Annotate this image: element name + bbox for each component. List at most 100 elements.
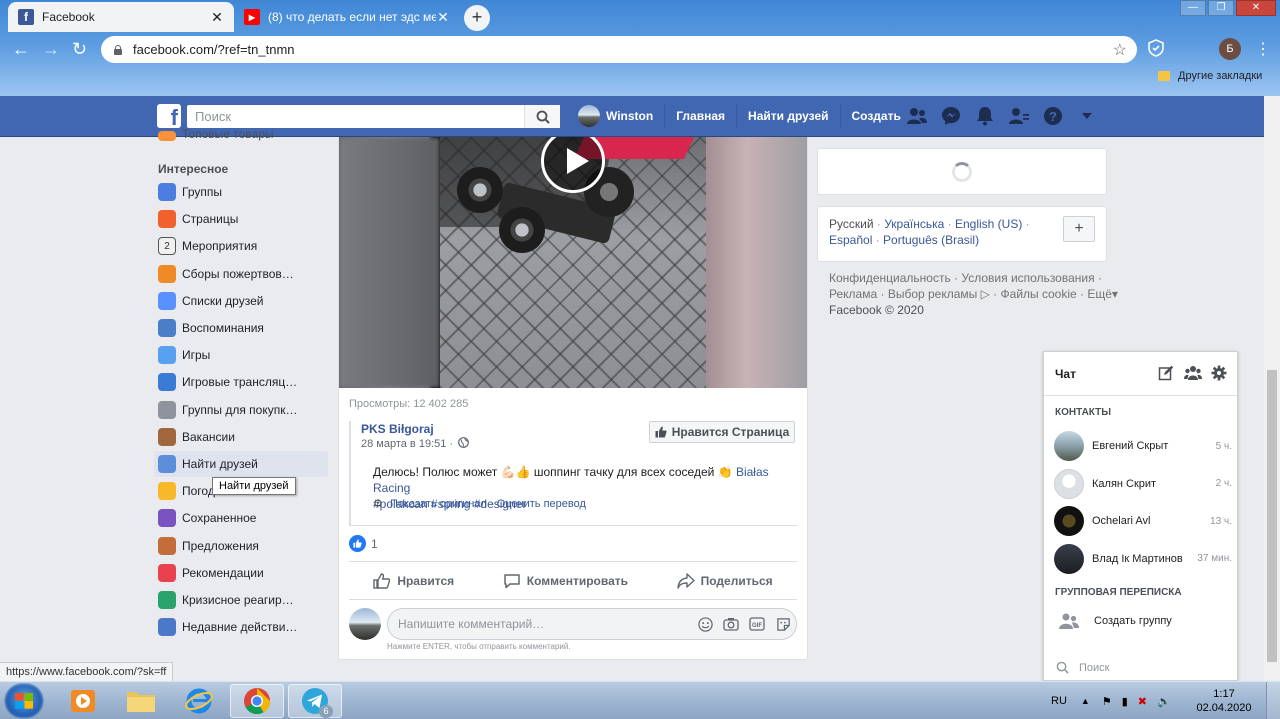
tab-youtube[interactable]: ▶ (8) что делать если нет эдс мен… ✕ — [234, 2, 460, 32]
language-link[interactable]: Português (Brasil) — [883, 233, 979, 247]
shield-extension-icon[interactable] — [1148, 39, 1166, 59]
media-player-icon[interactable] — [56, 684, 110, 718]
profile-link[interactable]: Winston — [567, 104, 666, 128]
profile-avatar[interactable]: Б — [1219, 38, 1241, 60]
footer-link[interactable]: Ещё — [1087, 287, 1112, 301]
chat-search[interactable]: Поиск — [1044, 654, 1237, 680]
close-icon[interactable]: ✕ — [436, 9, 450, 26]
internet-explorer-icon[interactable] — [172, 684, 226, 718]
sidebar-item[interactable]: Рекомендации — [154, 560, 328, 586]
comment-input[interactable] — [398, 617, 692, 631]
search-icon[interactable] — [524, 105, 560, 128]
file-explorer-icon[interactable] — [114, 684, 168, 718]
emoji-icon[interactable] — [692, 616, 718, 632]
language-link[interactable]: Español — [829, 233, 872, 247]
post-date[interactable]: 28 марта в 19:51 · — [361, 437, 470, 450]
chat-contact[interactable]: Калян Скрит 2 ч. — [1054, 468, 1232, 500]
bookmark-star-icon[interactable]: ☆ — [1113, 40, 1127, 60]
language-link[interactable]: Українська — [884, 217, 944, 231]
chrome-taskbar-icon[interactable] — [230, 684, 284, 718]
minimize-button[interactable]: — — [1180, 0, 1206, 16]
sidebar-item[interactable]: Вакансии — [154, 424, 328, 450]
show-desktop-button[interactable] — [1266, 682, 1280, 719]
tab-facebook[interactable]: f Facebook ✕ — [8, 2, 234, 32]
add-language-button[interactable]: + — [1063, 216, 1095, 242]
flag-tray-icon[interactable]: ⚑ — [1102, 695, 1112, 708]
chat-contact[interactable]: Евгений Скрыт 5 ч. — [1054, 430, 1232, 462]
sidebar-item[interactable]: Группы для покупк… — [154, 397, 328, 423]
sidebar-item[interactable]: Группы — [154, 179, 328, 205]
footer-link[interactable]: Выбор рекламы — [888, 287, 977, 301]
start-button[interactable] — [4, 683, 44, 719]
language-link[interactable]: English (US) — [955, 217, 1022, 231]
home-link[interactable]: Главная — [665, 104, 738, 128]
sidebar-item[interactable]: Списки друзей — [154, 288, 328, 314]
sidebar-item[interactable]: Страницы — [154, 206, 328, 232]
notifications-icon[interactable] — [968, 103, 1002, 129]
gear-icon[interactable] — [1211, 365, 1227, 384]
reactions-summary[interactable]: 1 — [349, 535, 378, 552]
page-name-link[interactable]: PKS Biłgoraj — [361, 422, 434, 436]
sidebar-item[interactable]: Найти друзей — [154, 451, 328, 477]
menu-icon[interactable]: ⋮ — [1255, 39, 1271, 59]
device-tray-icon[interactable]: ▮ — [1122, 695, 1128, 708]
new-tab-button[interactable]: + — [464, 5, 490, 31]
footer-link[interactable]: Файлы cookie — [1001, 287, 1077, 301]
sidebar-item[interactable]: Сборы пожертвов… — [154, 261, 328, 287]
reload-icon[interactable]: ↻ — [72, 39, 87, 60]
taskbar-clock[interactable]: 1:17 02.04.2020 — [1196, 687, 1252, 715]
sidebar-item-label: Страницы — [182, 212, 239, 226]
address-bar[interactable]: facebook.com/?ref=tn_tnmn ☆ — [101, 36, 1137, 63]
tray-expand-icon[interactable]: ▲ — [1081, 696, 1090, 706]
maximize-button[interactable]: ❐ — [1208, 0, 1234, 16]
share-button[interactable]: Поделиться — [676, 573, 773, 589]
sidebar-item-top-products[interactable]: Топовые товары — [154, 127, 328, 141]
new-message-icon[interactable] — [1158, 365, 1174, 384]
page-scrollbar[interactable] — [1264, 96, 1280, 680]
close-window-button[interactable]: ✕ — [1236, 0, 1276, 16]
messenger-icon[interactable] — [934, 103, 968, 129]
like-button[interactable]: Нравится — [373, 573, 454, 589]
comment-button[interactable]: Комментировать — [503, 573, 628, 589]
rate-translation-link[interactable]: Оценить перевод — [497, 498, 586, 510]
scrollbar-thumb[interactable] — [1267, 370, 1277, 662]
sidebar-item[interactable]: Воспоминания — [154, 315, 328, 341]
new-group-icon[interactable] — [1184, 365, 1202, 384]
account-dropdown-icon[interactable] — [1070, 103, 1104, 129]
other-bookmarks[interactable]: Другие закладки — [1158, 70, 1262, 82]
network-tray-icon[interactable]: ✖ — [1138, 695, 1147, 708]
facebook-logo[interactable]: f — [157, 104, 181, 128]
friend-settings-icon[interactable] — [1002, 103, 1036, 129]
video-player[interactable] — [339, 137, 807, 388]
telegram-icon[interactable]: 6 — [288, 684, 342, 718]
sidebar-item[interactable]: Игры — [154, 342, 328, 368]
footer-link[interactable]: Условия использования — [961, 271, 1094, 285]
chat-contact[interactable]: Ochelari Avl 13 ч. — [1054, 505, 1232, 537]
sidebar-item[interactable]: Недавние действи… — [154, 614, 328, 640]
footer-link[interactable]: Реклама — [829, 287, 877, 301]
footer-link[interactable]: Конфиденциальность — [829, 271, 951, 285]
forward-icon[interactable]: → — [42, 39, 60, 60]
language-indicator[interactable]: RU — [1051, 695, 1067, 707]
volume-icon[interactable]: 🔈 — [1157, 695, 1171, 708]
search-input[interactable] — [187, 105, 524, 128]
chat-contact[interactable]: Влад Ік Мартинов 37 мин. — [1054, 543, 1232, 575]
back-icon[interactable]: ← — [12, 39, 30, 60]
show-original-link[interactable]: Показать оригинал — [390, 498, 487, 510]
sticker-icon[interactable] — [770, 617, 796, 632]
create-group-button[interactable]: Создать группу — [1058, 612, 1172, 630]
help-icon[interactable]: ? — [1036, 103, 1070, 129]
sidebar-item[interactable]: Предложения — [154, 533, 328, 559]
contact-last-active: 5 ч. — [1215, 440, 1232, 452]
sidebar-item-label: Группы — [182, 185, 222, 199]
camera-icon[interactable] — [718, 617, 744, 631]
sidebar-item[interactable]: Кризисное реагир… — [154, 587, 328, 613]
gif-icon[interactable]: GIF — [744, 617, 770, 631]
close-icon[interactable]: ✕ — [210, 9, 224, 26]
like-page-button[interactable]: Нравится Страница — [649, 421, 795, 443]
find-friends-link[interactable]: Найти друзей — [737, 104, 841, 128]
sidebar-item[interactable]: Сохраненное — [154, 505, 328, 531]
sidebar-item[interactable]: Игровые трансляц… — [154, 369, 328, 395]
friend-requests-icon[interactable] — [900, 103, 934, 129]
sidebar-item[interactable]: 2 Мероприятия — [154, 233, 328, 259]
